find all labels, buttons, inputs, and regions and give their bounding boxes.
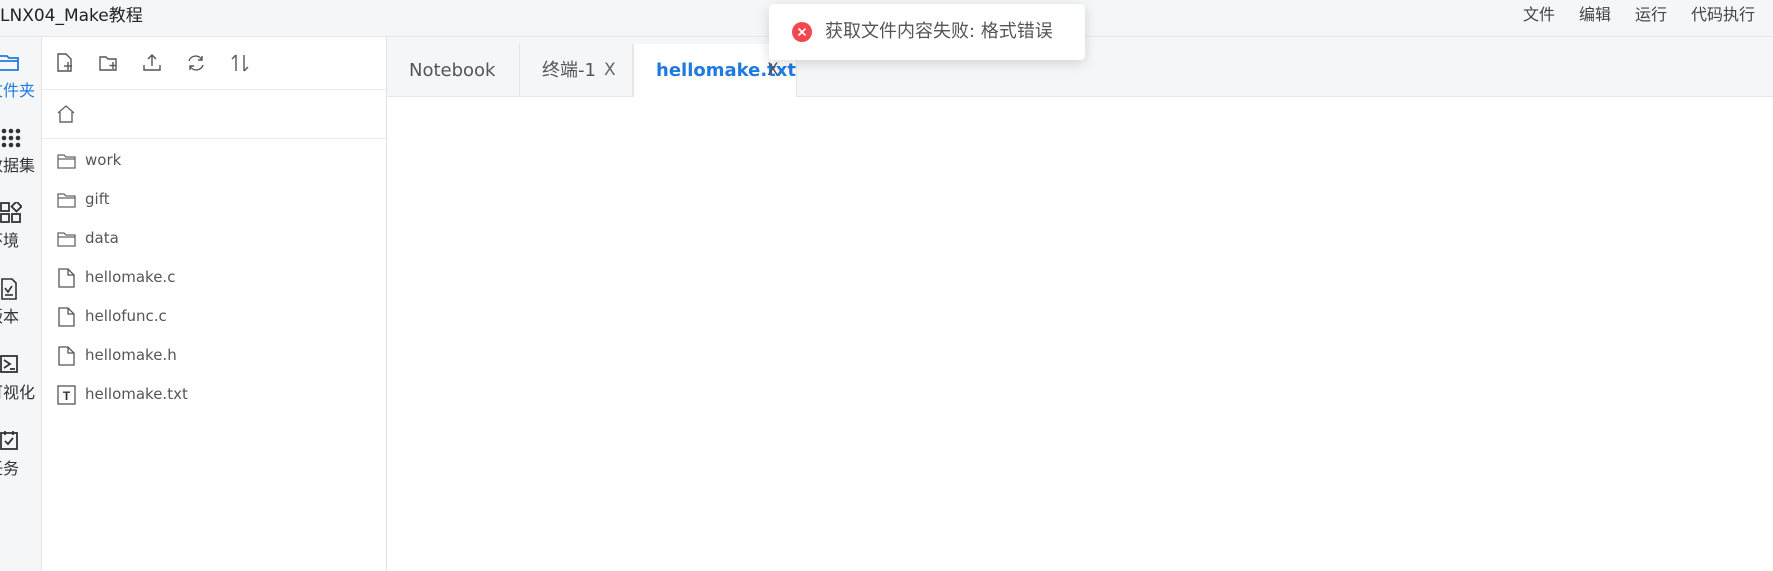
file-name: data xyxy=(85,229,119,247)
file-item-work[interactable]: work xyxy=(42,139,386,182)
toast-message: 获取文件内容失败: 格式错误 xyxy=(825,21,1053,42)
rail-label: 版本 xyxy=(0,307,20,326)
tab-label: 终端-1 xyxy=(542,60,596,81)
file-name: hellomake.txt xyxy=(85,385,188,403)
rail-item-visualization[interactable]: 可视化 xyxy=(0,354,41,424)
file-name: work xyxy=(85,151,122,169)
rail-item-folder[interactable]: 文件夹 xyxy=(0,52,41,122)
rail-label: 任务 xyxy=(0,459,20,478)
environment-icon xyxy=(0,202,22,223)
breadcrumb xyxy=(42,90,386,139)
menu-edit[interactable]: 编辑 xyxy=(1579,0,1611,30)
rail-label: 文件夹 xyxy=(0,81,36,100)
file-browser-panel: work gift data hellomake.c hellofunc.c h… xyxy=(42,37,387,571)
task-icon xyxy=(0,431,18,450)
app-title: LNX04_Make教程 xyxy=(0,6,143,26)
file-item-gift[interactable]: gift xyxy=(42,178,386,221)
rail-item-task[interactable]: 任务 xyxy=(0,430,41,500)
folder-icon xyxy=(57,154,76,169)
upload-icon[interactable] xyxy=(141,52,163,74)
error-toast: 获取文件内容失败: 格式错误 xyxy=(769,4,1085,60)
version-icon xyxy=(1,278,17,300)
file-icon xyxy=(58,346,75,366)
tab-label: Notebook xyxy=(409,60,496,81)
dataset-icon xyxy=(1,128,21,148)
file-name: hellomake.h xyxy=(85,346,177,364)
file-item-hellofunc-c[interactable]: hellofunc.c xyxy=(42,295,386,338)
visualization-icon xyxy=(0,355,18,373)
new-folder-icon[interactable] xyxy=(98,52,120,74)
menu-file[interactable]: 文件 xyxy=(1523,0,1555,30)
file-item-hellomake-h[interactable]: hellomake.h xyxy=(42,334,386,377)
file-name: gift xyxy=(85,190,110,208)
rail-label: 可视化 xyxy=(0,383,36,402)
error-icon xyxy=(792,22,812,42)
sort-icon[interactable] xyxy=(229,52,251,74)
menu-bar: 文件 编辑 运行 代码执行 xyxy=(1523,0,1773,32)
folder-icon xyxy=(0,55,19,71)
refresh-icon[interactable] xyxy=(185,52,207,74)
rail-item-environment[interactable]: 环境 xyxy=(0,202,41,272)
activity-rail: 文件夹 数据集 环境 版本 xyxy=(0,37,42,571)
svg-text:T: T xyxy=(63,389,71,403)
file-icon xyxy=(58,307,75,327)
home-icon[interactable] xyxy=(56,104,76,124)
menu-code-execute[interactable]: 代码执行 xyxy=(1691,0,1755,30)
rail-label: 环境 xyxy=(0,231,20,250)
file-toolbar xyxy=(42,37,386,90)
rail-label: 数据集 xyxy=(0,156,36,175)
file-item-hellomake-c[interactable]: hellomake.c xyxy=(42,256,386,299)
editor-content[interactable] xyxy=(387,97,1773,571)
close-icon[interactable]: X xyxy=(604,44,616,97)
text-file-icon: T xyxy=(57,385,76,405)
new-file-icon[interactable] xyxy=(54,52,76,74)
tab-terminal-1[interactable]: 终端-1 X xyxy=(520,44,633,97)
file-name: hellofunc.c xyxy=(85,307,167,325)
rail-item-version[interactable]: 版本 xyxy=(0,278,41,348)
folder-icon xyxy=(57,193,76,208)
file-item-hellomake-txt[interactable]: T hellomake.txt xyxy=(42,373,386,416)
app-window: LNX04_Make教程 文件 编辑 运行 代码执行 文件夹 数据集 xyxy=(0,0,1773,571)
file-icon xyxy=(58,268,75,288)
file-name: hellomake.c xyxy=(85,268,176,286)
folder-icon xyxy=(57,232,76,247)
menu-run[interactable]: 运行 xyxy=(1635,0,1667,30)
tab-notebook[interactable]: Notebook xyxy=(387,44,520,97)
file-item-data[interactable]: data xyxy=(42,217,386,260)
rail-item-dataset[interactable]: 数据集 xyxy=(0,127,41,197)
